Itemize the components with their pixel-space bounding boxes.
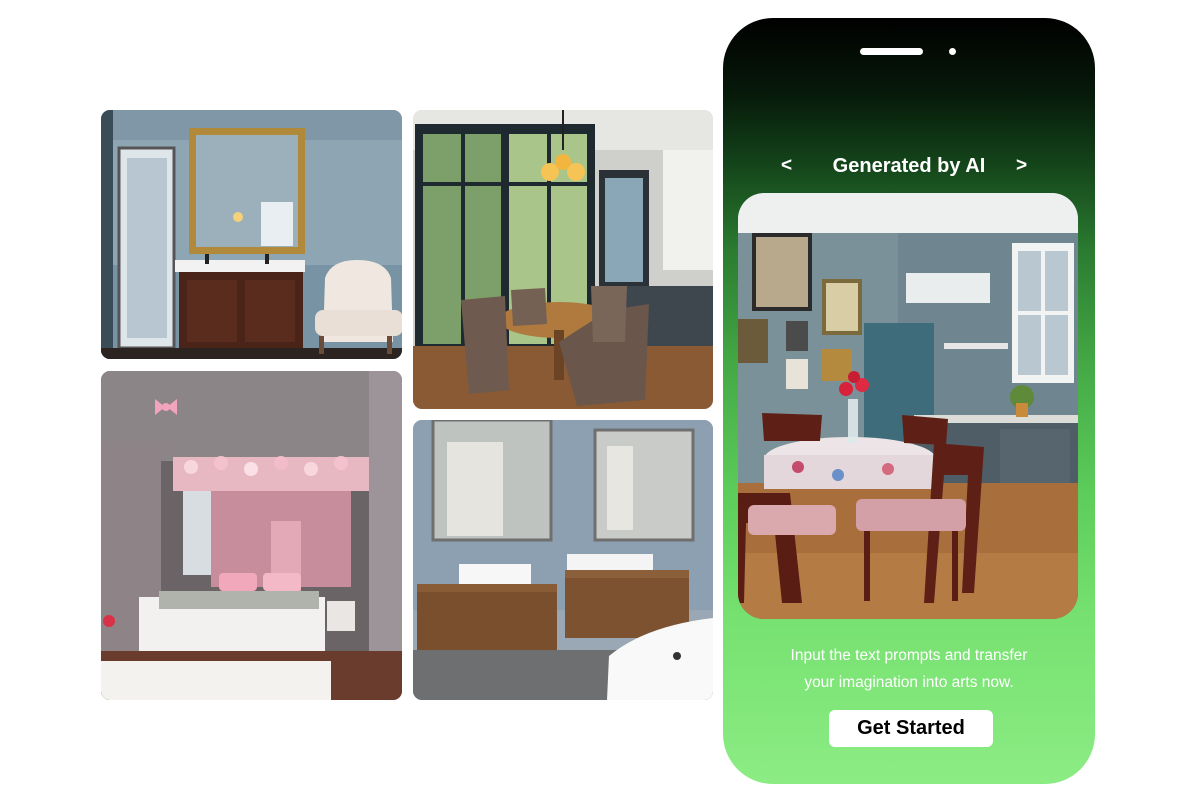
- dining-room-photo: [413, 110, 713, 409]
- bathroom-vanity-photo: [101, 110, 402, 359]
- ai-generated-kitchen-dining-photo: [738, 193, 1078, 619]
- carousel-next-button[interactable]: >: [1016, 151, 1027, 181]
- description-text: Input the text prompts and transfer your…: [743, 642, 1075, 696]
- description-line-2: your imagination into arts now.: [804, 674, 1014, 691]
- carousel-title: Generated by AI: [832, 155, 986, 177]
- page: < Generated by AI > Input the text promp…: [0, 0, 1200, 800]
- pink-bedroom-photo: [101, 371, 402, 700]
- description-line-1: Input the text prompts and transfer: [790, 647, 1028, 664]
- phone-camera: [949, 48, 956, 55]
- carousel-header: < Generated by AI >: [723, 151, 1095, 181]
- get-started-button[interactable]: Get Started: [829, 710, 993, 747]
- phone-speaker: [860, 48, 923, 55]
- phone-mockup: < Generated by AI > Input the text promp…: [723, 18, 1095, 784]
- modern-bathroom-photo: [413, 420, 713, 700]
